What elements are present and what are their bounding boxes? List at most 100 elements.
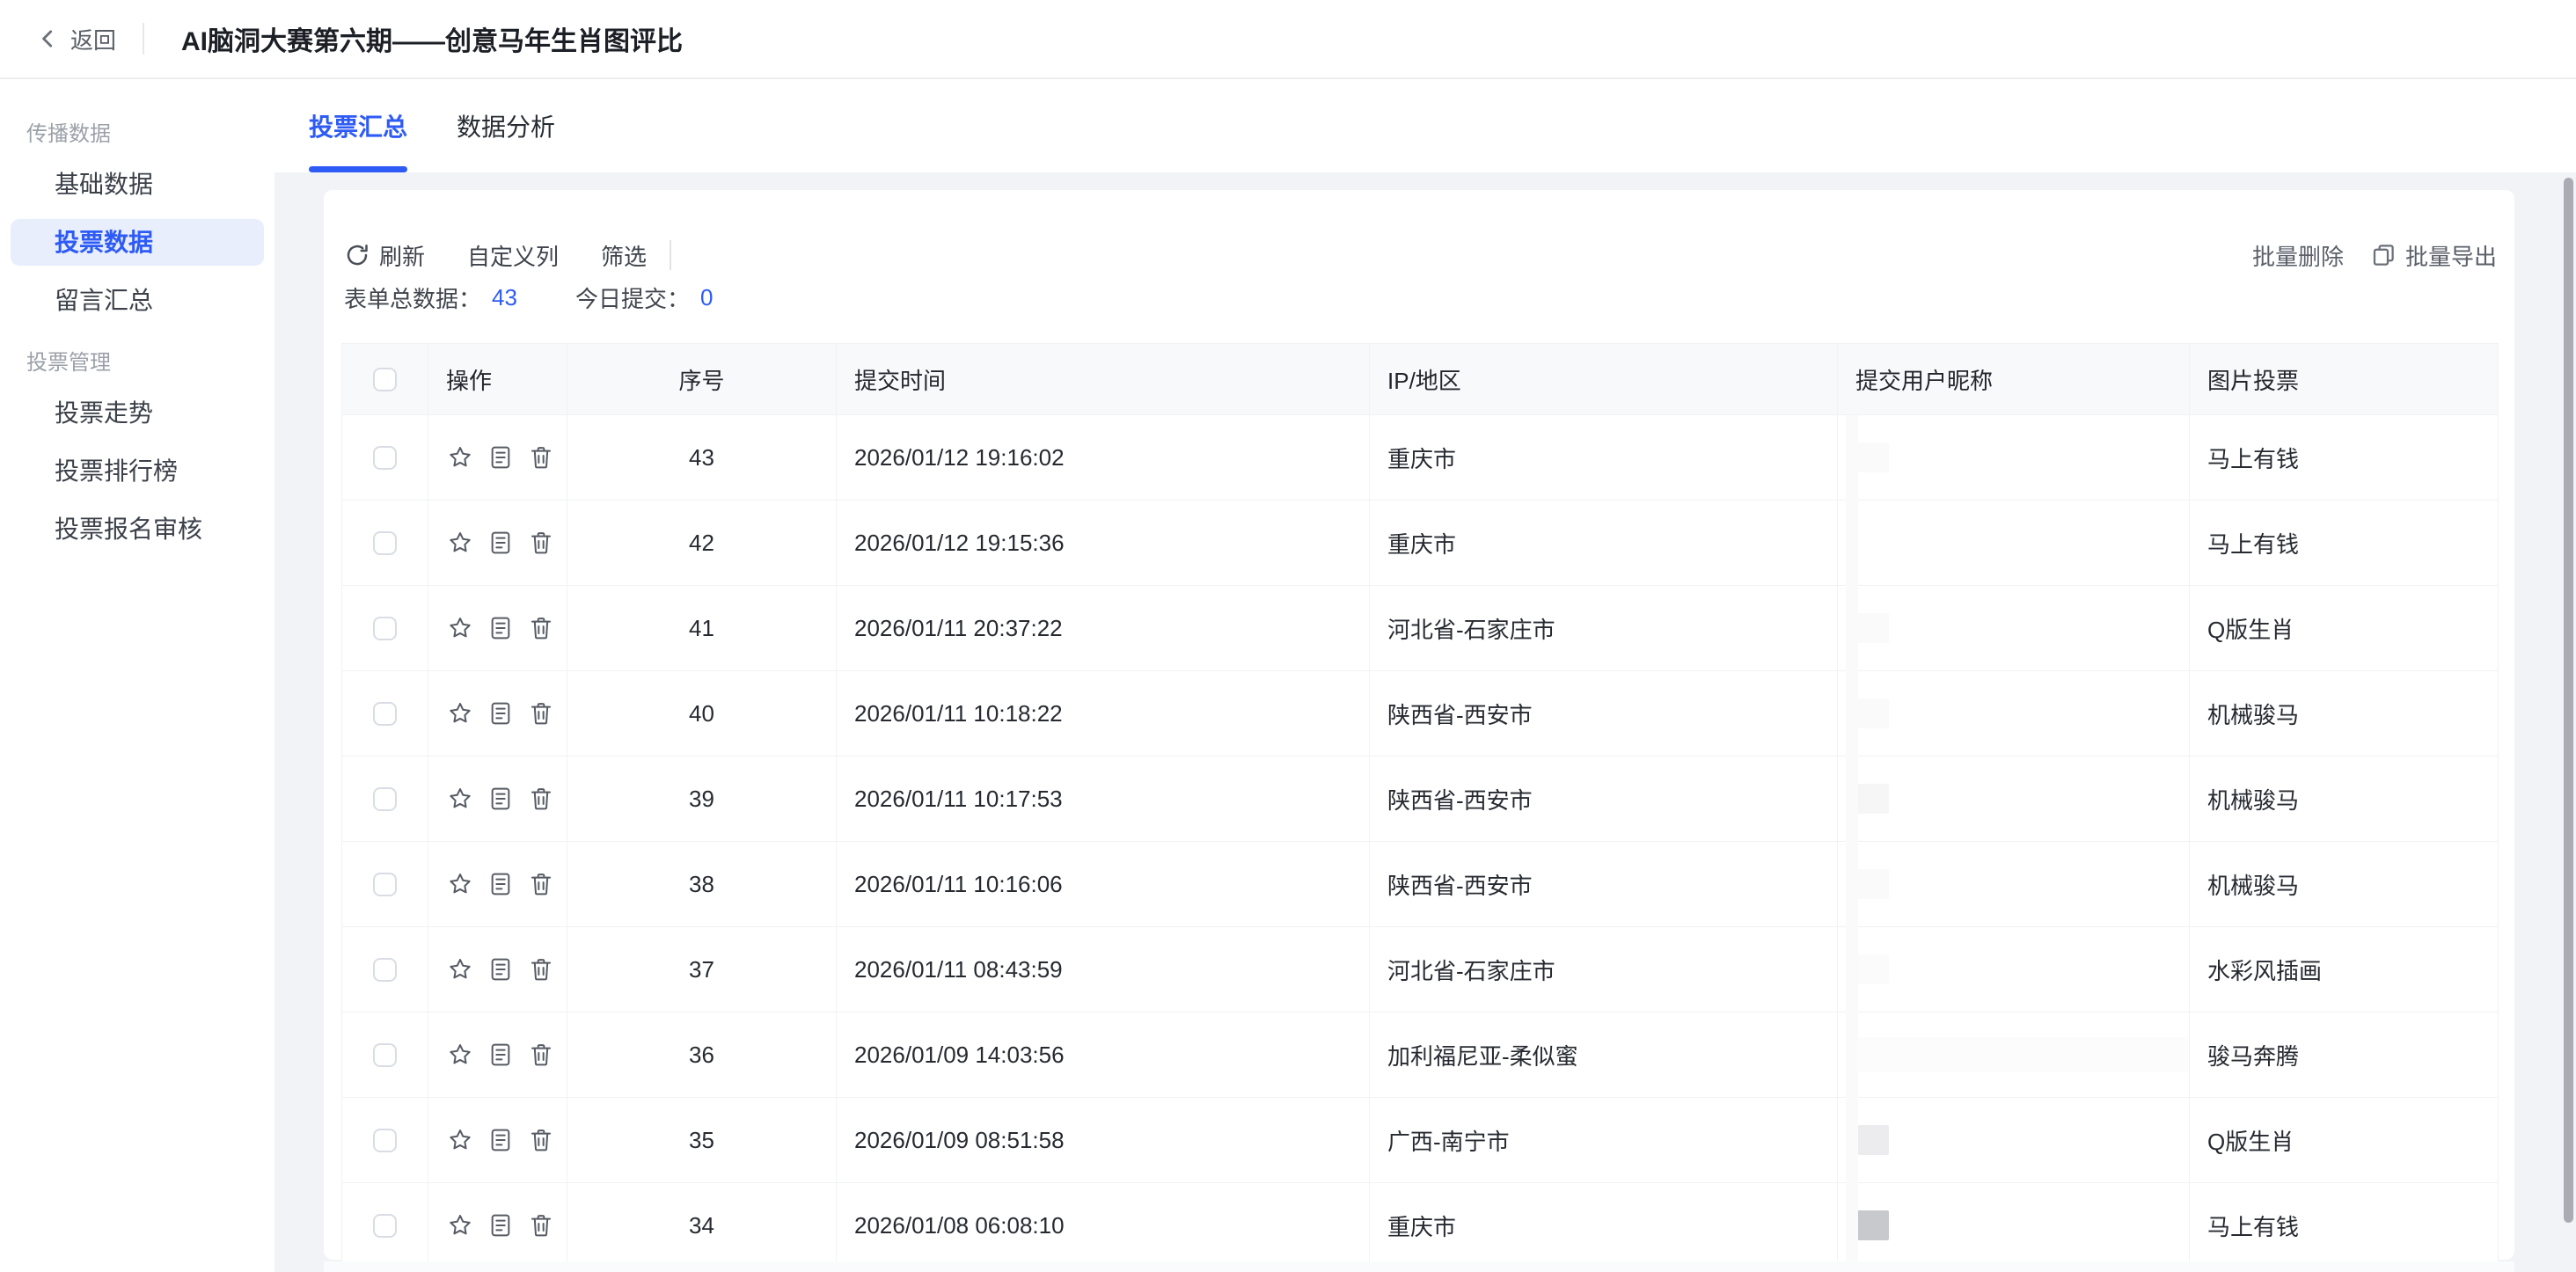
refresh-icon bbox=[344, 242, 370, 268]
trash-icon[interactable] bbox=[527, 1211, 555, 1239]
cell-seq: 41 bbox=[567, 586, 837, 670]
cell-nickname bbox=[1838, 501, 2190, 585]
row-actions bbox=[428, 586, 567, 670]
star-icon[interactable] bbox=[446, 1211, 474, 1239]
row-actions bbox=[428, 501, 567, 585]
detail-icon[interactable] bbox=[487, 870, 515, 898]
row-checkbox-cell bbox=[342, 1098, 428, 1182]
cell-submit-time: 2026/01/11 10:16:06 bbox=[837, 842, 1370, 926]
cell-image-vote: 机械骏马 bbox=[2190, 757, 2498, 841]
row-checkbox[interactable] bbox=[373, 1129, 397, 1152]
star-icon[interactable] bbox=[446, 443, 474, 472]
star-icon[interactable] bbox=[446, 699, 474, 727]
star-icon[interactable] bbox=[446, 870, 474, 898]
submissions-table: 操作 序号 提交时间 IP/地区 提交用户昵称 图片投票 bbox=[341, 343, 2499, 1268]
sidebar-item-vote-registration-review[interactable]: 投票报名审核 bbox=[11, 506, 264, 552]
row-checkbox[interactable] bbox=[373, 1214, 397, 1238]
cell-seq: 38 bbox=[567, 842, 837, 926]
cell-image-vote: 马上有钱 bbox=[2190, 1183, 2498, 1268]
today-label: 今日提交： bbox=[575, 281, 690, 314]
sidebar-group-label: 投票管理 bbox=[26, 345, 274, 376]
refresh-button[interactable]: 刷新 bbox=[344, 239, 425, 272]
cell-ip-region: 河北省-石家庄市 bbox=[1370, 927, 1838, 1012]
row-checkbox[interactable] bbox=[373, 702, 397, 726]
row-checkbox-cell bbox=[342, 586, 428, 670]
select-all-checkbox[interactable] bbox=[373, 368, 397, 391]
sidebar-group: 投票管理 投票走势 投票排行榜 投票报名审核 bbox=[0, 345, 274, 552]
sidebar-item-vote-trend[interactable]: 投票走势 bbox=[11, 390, 264, 436]
cell-ip-region: 河北省-石家庄市 bbox=[1370, 586, 1838, 670]
trash-icon[interactable] bbox=[527, 1041, 555, 1069]
today-value: 0 bbox=[700, 284, 713, 311]
detail-icon[interactable] bbox=[487, 1211, 515, 1239]
detail-icon[interactable] bbox=[487, 443, 515, 472]
cell-nickname bbox=[1838, 415, 2190, 500]
trash-icon[interactable] bbox=[527, 443, 555, 472]
table-row: 35 2026/01/09 08:51:58 广西-南宁市 Q版生肖 bbox=[342, 1097, 2498, 1182]
back-button[interactable]: 返回 bbox=[37, 23, 116, 55]
row-checkbox[interactable] bbox=[373, 446, 397, 470]
detail-icon[interactable] bbox=[487, 529, 515, 557]
header-nickname: 提交用户昵称 bbox=[1838, 344, 2190, 414]
detail-icon[interactable] bbox=[487, 785, 515, 813]
row-checkbox[interactable] bbox=[373, 1043, 397, 1067]
cell-ip-region: 陕西省-西安市 bbox=[1370, 757, 1838, 841]
vertical-scrollbar[interactable] bbox=[2564, 178, 2573, 1223]
star-icon[interactable] bbox=[446, 785, 474, 813]
row-checkbox-cell bbox=[342, 757, 428, 841]
row-actions bbox=[428, 671, 567, 756]
row-checkbox[interactable] bbox=[373, 873, 397, 896]
sidebar-item-vote-data[interactable]: 投票数据 bbox=[11, 219, 264, 266]
custom-columns-button[interactable]: 自定义列 bbox=[467, 239, 559, 272]
trash-icon[interactable] bbox=[527, 870, 555, 898]
detail-icon[interactable] bbox=[487, 614, 515, 642]
row-checkbox-cell bbox=[342, 1012, 428, 1097]
table-header: 操作 序号 提交时间 IP/地区 提交用户昵称 图片投票 bbox=[342, 344, 2498, 414]
batch-delete-button[interactable]: 批量删除 bbox=[2252, 239, 2344, 272]
cell-submit-time: 2026/01/11 10:18:22 bbox=[837, 671, 1370, 756]
redacted-nickname bbox=[1857, 1125, 1889, 1155]
detail-icon[interactable] bbox=[487, 699, 515, 727]
tab-data-analysis[interactable]: 数据分析 bbox=[457, 79, 555, 172]
row-checkbox[interactable] bbox=[373, 958, 397, 982]
sidebar-group: 传播数据 基础数据 投票数据 留言汇总 bbox=[0, 116, 274, 324]
star-icon[interactable] bbox=[446, 1126, 474, 1154]
cell-ip-region: 加利福尼亚-柔似蜜 bbox=[1370, 1012, 1838, 1097]
star-icon[interactable] bbox=[446, 955, 474, 983]
row-checkbox[interactable] bbox=[373, 531, 397, 555]
cell-image-vote: Q版生肖 bbox=[2190, 586, 2498, 670]
trash-icon[interactable] bbox=[527, 1126, 555, 1154]
batch-export-button[interactable]: 批量导出 bbox=[2370, 239, 2497, 272]
header-submit-time: 提交时间 bbox=[837, 344, 1370, 414]
trash-icon[interactable] bbox=[527, 529, 555, 557]
cell-image-vote: 马上有钱 bbox=[2190, 501, 2498, 585]
star-icon[interactable] bbox=[446, 614, 474, 642]
tab-vote-summary[interactable]: 投票汇总 bbox=[309, 79, 407, 172]
star-icon[interactable] bbox=[446, 529, 474, 557]
trash-icon[interactable] bbox=[527, 955, 555, 983]
cell-image-vote: Q版生肖 bbox=[2190, 1098, 2498, 1182]
cell-submit-time: 2026/01/08 06:08:10 bbox=[837, 1183, 1370, 1268]
cell-nickname bbox=[1838, 927, 2190, 1012]
sidebar-item-message-summary[interactable]: 留言汇总 bbox=[11, 277, 264, 324]
trash-icon[interactable] bbox=[527, 699, 555, 727]
trash-icon[interactable] bbox=[527, 614, 555, 642]
sidebar-item-basic-data[interactable]: 基础数据 bbox=[11, 161, 264, 208]
star-icon[interactable] bbox=[446, 1041, 474, 1069]
row-actions bbox=[428, 1098, 567, 1182]
cell-submit-time: 2026/01/11 20:37:22 bbox=[837, 586, 1370, 670]
row-checkbox[interactable] bbox=[373, 787, 397, 811]
detail-icon[interactable] bbox=[487, 1041, 515, 1069]
row-checkbox[interactable] bbox=[373, 617, 397, 640]
cell-nickname bbox=[1838, 1098, 2190, 1182]
cell-seq: 34 bbox=[567, 1183, 837, 1268]
stats-bar: 表单总数据： 43 今日提交： 0 bbox=[344, 281, 713, 314]
row-checkbox-cell bbox=[342, 415, 428, 500]
detail-icon[interactable] bbox=[487, 955, 515, 983]
detail-icon[interactable] bbox=[487, 1126, 515, 1154]
cell-ip-region: 陕西省-西安市 bbox=[1370, 842, 1838, 926]
trash-icon[interactable] bbox=[527, 785, 555, 813]
filter-button[interactable]: 筛选 bbox=[601, 239, 647, 272]
sidebar-item-vote-ranking[interactable]: 投票排行榜 bbox=[11, 448, 264, 494]
row-actions bbox=[428, 927, 567, 1012]
